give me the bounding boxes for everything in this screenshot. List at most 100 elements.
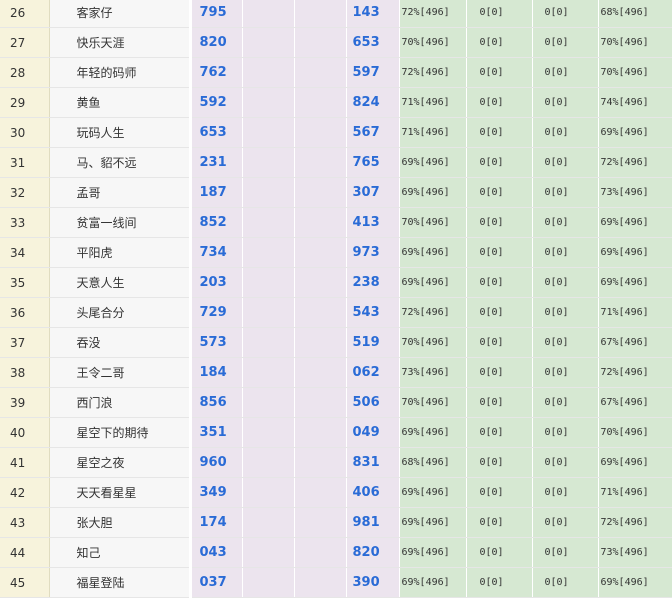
table-row: 42 天天看星星 349 406 69%[496] 0[0] 0[0] 71%[496] [0, 477, 672, 508]
username-cell: 玩码人生 [49, 117, 192, 148]
empty-cell-2 [294, 27, 347, 58]
count-cell-2: 0[0] [532, 387, 599, 418]
count-cell-1: 0[0] [466, 117, 533, 148]
username-cell: 天天看星星 [49, 477, 192, 508]
number-cell-2: 820 [346, 537, 400, 568]
username-cell: 王令二哥 [49, 357, 192, 388]
table-row: 44 知己 043 820 69%[496] 0[0] 0[0] 73%[496] [0, 537, 672, 568]
table-row: 28 年轻的码师 762 597 72%[496] 0[0] 0[0] 70%[496] [0, 57, 672, 88]
number-cell-2: 765 [346, 147, 400, 178]
percent-cell-1: 70%[496] [399, 207, 467, 238]
count-cell-1: 0[0] [466, 57, 533, 88]
username-cell: 平阳虎 [49, 237, 192, 268]
number-cell-2: 653 [346, 27, 400, 58]
count-cell-2: 0[0] [532, 207, 599, 238]
count-cell-2: 0[0] [532, 117, 599, 148]
empty-cell-1 [242, 507, 295, 538]
table-row: 38 王令二哥 184 062 73%[496] 0[0] 0[0] 72%[496] [0, 357, 672, 388]
count-cell-2: 0[0] [532, 357, 599, 388]
empty-cell-2 [294, 57, 347, 88]
rank-cell: 32 [0, 177, 50, 208]
percent-cell-1: 72%[496] [399, 57, 467, 88]
count-cell-2: 0[0] [532, 147, 599, 178]
count-cell-1: 0[0] [466, 27, 533, 58]
number-cell-2: 506 [346, 387, 400, 418]
percent-cell-1: 69%[496] [399, 477, 467, 508]
username-cell: 福星登陆 [49, 567, 192, 598]
percent-cell-1: 70%[496] [399, 327, 467, 358]
count-cell-2: 0[0] [532, 267, 599, 298]
percent-cell-1: 69%[496] [399, 417, 467, 448]
percent-cell-2: 71%[496] [598, 297, 672, 328]
empty-cell-2 [294, 207, 347, 238]
number-cell-2: 238 [346, 267, 400, 298]
ranking-table: 26 客家仔 795 143 72%[496] 0[0] 0[0] 68%[496] 27 快乐天… [0, 0, 672, 598]
number-cell-1: 231 [190, 147, 243, 178]
count-cell-2: 0[0] [532, 297, 599, 328]
rank-cell: 37 [0, 327, 50, 358]
number-cell-2: 406 [346, 477, 400, 508]
count-cell-2: 0[0] [532, 27, 599, 58]
empty-cell-1 [242, 57, 295, 88]
empty-cell-2 [294, 0, 347, 28]
empty-cell-1 [242, 87, 295, 118]
table-row: 31 马、貂不远 231 765 69%[496] 0[0] 0[0] 72%[496] [0, 147, 672, 178]
percent-cell-2: 70%[496] [598, 27, 672, 58]
table-row: 35 天意人生 203 238 69%[496] 0[0] 0[0] 69%[496] [0, 267, 672, 298]
count-cell-2: 0[0] [532, 507, 599, 538]
count-cell-1: 0[0] [466, 237, 533, 268]
percent-cell-1: 71%[496] [399, 117, 467, 148]
number-cell-1: 734 [190, 237, 243, 268]
percent-cell-2: 72%[496] [598, 147, 672, 178]
empty-cell-2 [294, 357, 347, 388]
percent-cell-1: 69%[496] [399, 147, 467, 178]
count-cell-1: 0[0] [466, 537, 533, 568]
count-cell-1: 0[0] [466, 357, 533, 388]
percent-cell-2: 69%[496] [598, 447, 672, 478]
table-row: 37 吞没 573 519 70%[496] 0[0] 0[0] 67%[496] [0, 327, 672, 358]
number-cell-2: 143 [346, 0, 400, 28]
count-cell-1: 0[0] [466, 387, 533, 418]
number-cell-1: 960 [190, 447, 243, 478]
empty-cell-2 [294, 537, 347, 568]
percent-cell-1: 70%[496] [399, 27, 467, 58]
number-cell-1: 184 [190, 357, 243, 388]
number-cell-2: 049 [346, 417, 400, 448]
rank-cell: 35 [0, 267, 50, 298]
table-row: 40 星空下的期待 351 049 69%[496] 0[0] 0[0] 70%[496] [0, 417, 672, 448]
count-cell-1: 0[0] [466, 507, 533, 538]
empty-cell-1 [242, 477, 295, 508]
number-cell-2: 390 [346, 567, 400, 598]
username-cell: 头尾合分 [49, 297, 192, 328]
percent-cell-2: 69%[496] [598, 237, 672, 268]
username-cell: 快乐天涯 [49, 27, 192, 58]
number-cell-2: 824 [346, 87, 400, 118]
rank-cell: 42 [0, 477, 50, 508]
username-cell: 贫富一线间 [49, 207, 192, 238]
empty-cell-2 [294, 477, 347, 508]
rank-cell: 30 [0, 117, 50, 148]
empty-cell-1 [242, 207, 295, 238]
number-cell-2: 981 [346, 507, 400, 538]
empty-cell-1 [242, 117, 295, 148]
number-cell-2: 307 [346, 177, 400, 208]
number-cell-1: 653 [190, 117, 243, 148]
number-cell-1: 856 [190, 387, 243, 418]
count-cell-2: 0[0] [532, 567, 599, 598]
count-cell-1: 0[0] [466, 147, 533, 178]
count-cell-1: 0[0] [466, 177, 533, 208]
percent-cell-2: 73%[496] [598, 537, 672, 568]
number-cell-2: 973 [346, 237, 400, 268]
empty-cell-2 [294, 417, 347, 448]
username-cell: 星空之夜 [49, 447, 192, 478]
username-cell: 黄鱼 [49, 87, 192, 118]
empty-cell-2 [294, 237, 347, 268]
count-cell-2: 0[0] [532, 327, 599, 358]
empty-cell-1 [242, 417, 295, 448]
count-cell-1: 0[0] [466, 207, 533, 238]
number-cell-1: 729 [190, 297, 243, 328]
empty-cell-2 [294, 177, 347, 208]
percent-cell-2: 71%[496] [598, 477, 672, 508]
table-row: 45 福星登陆 037 390 69%[496] 0[0] 0[0] 69%[496] [0, 567, 672, 598]
number-cell-1: 820 [190, 27, 243, 58]
